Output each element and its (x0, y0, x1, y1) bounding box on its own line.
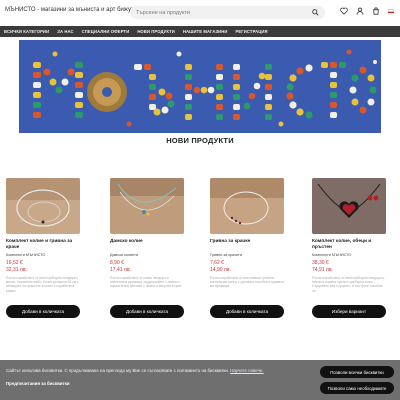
add-to-cart-button[interactable]: Добави в количката (110, 305, 184, 318)
accept-necessary-cookies-button[interactable]: Позволи само необходимите (320, 382, 394, 394)
header-icons (340, 7, 394, 15)
product-card: Дамско колие Дамски колиета 8,90 € 17,41… (110, 178, 184, 318)
cookie-message: Сайтът използва бисквитки. С продължаван… (6, 368, 229, 373)
product-price-bgn: 74,91 лв. (312, 267, 333, 273)
product-price-eur: 38,30 € (312, 260, 329, 266)
product-card: Гривна за крачке Гривни за крачета 7,62 … (210, 178, 284, 318)
product-name[interactable]: Гривна за крачке (210, 239, 284, 251)
product-price-eur: 7,62 € (210, 260, 224, 266)
nav-item-new-products[interactable]: НОВИ ПРОДУКТИ (137, 29, 175, 34)
product-description: Ръчно изработено от вити/сребърни пендар… (6, 276, 79, 293)
bg-flag-icon[interactable] (388, 9, 394, 14)
product-description: Ръчно изработено от копия пендари и синт… (110, 276, 182, 289)
product-photo-3 (210, 178, 284, 234)
flag-stripe-red (388, 12, 394, 14)
product-price-eur: 16,52 € (6, 260, 23, 266)
product-category[interactable]: Гривни за крачета (210, 253, 284, 257)
product-photo-1 (6, 178, 80, 234)
nav-item-special-offers[interactable]: СПЕЦИАЛНИ ОФЕРТИ (82, 29, 130, 34)
hero-banner[interactable] (19, 40, 381, 133)
product-description: Ръчно изработено от вити/сребърни пендар… (312, 276, 385, 293)
main-nav: ВСИЧКИ КАТЕГОРИИ ЗА НАС СПЕЦИАЛНИ ОФЕРТИ… (0, 26, 400, 37)
select-variant-button[interactable]: Избери вариант (312, 305, 386, 318)
search-input[interactable] (130, 9, 300, 16)
product-price-bgn: 14,90 лв. (210, 267, 231, 273)
product-photo-4 (312, 178, 386, 234)
add-to-cart-button[interactable]: Добави в количката (210, 305, 284, 318)
header: МЪНИСТО - магазини за мъниста и арт бижу… (0, 0, 400, 24)
cookie-preferences-link[interactable]: Предпочитания за бисквитки (6, 381, 70, 386)
product-image[interactable] (6, 178, 80, 234)
product-category[interactable]: Комплекти МЪНИСТО (6, 253, 80, 257)
cookie-text-row: Сайтът използва бисквитки. С продължаван… (6, 368, 264, 373)
product-photo-2 (110, 178, 184, 234)
product-category[interactable]: Комплекти МЪНИСТО (312, 253, 386, 257)
nav-item-about[interactable]: ЗА НАС (57, 29, 73, 34)
learn-more-link[interactable]: Научете повече. (230, 368, 263, 373)
cookie-banner: Сайтът използва бисквитки. С продължаван… (0, 360, 400, 400)
bead-logo-image (19, 40, 381, 133)
search-icon[interactable] (312, 9, 319, 16)
product-price-eur: 8,90 € (110, 260, 124, 266)
product-name[interactable]: Дамско колие (110, 239, 184, 251)
product-name[interactable]: Комплект колие и гривна за краче (6, 239, 80, 251)
product-category[interactable]: Дамски колиета (110, 253, 184, 257)
product-name[interactable]: Комплект колие, обеци и пръстен (312, 239, 386, 251)
nav-item-all-categories[interactable]: ВСИЧКИ КАТЕГОРИИ (4, 29, 49, 34)
product-price-bgn: 32,31 лв. (6, 267, 27, 273)
nav-item-registration[interactable]: РЕГИСТРАЦИЯ (236, 29, 268, 34)
product-image[interactable] (210, 178, 284, 234)
user-icon[interactable] (356, 7, 364, 15)
search-bar[interactable] (130, 6, 325, 19)
product-card: Комплект колие и гривна за краче Комплек… (6, 178, 80, 318)
cart-icon[interactable] (372, 7, 380, 15)
product-image[interactable] (110, 178, 184, 234)
nav-item-our-stores[interactable]: НАШИТЕ МАГАЗИНИ (183, 29, 228, 34)
heart-icon[interactable] (340, 7, 348, 15)
product-card: Комплект колие, обеци и пръстен Комплект… (312, 178, 386, 318)
section-title: НОВИ ПРОДУКТИ (166, 136, 234, 145)
product-price-bgn: 17,41 лв. (110, 267, 131, 273)
product-description: Ръчно изработена от виетнамски гранати, … (210, 276, 284, 289)
product-image[interactable] (312, 178, 386, 234)
add-to-cart-button[interactable]: Добави в количката (6, 305, 80, 318)
brand-name[interactable]: МЪНИСТО - магазини за мъниста и арт бижу… (5, 7, 137, 13)
accept-all-cookies-button[interactable]: Позволи всички бисквитки (320, 366, 394, 378)
